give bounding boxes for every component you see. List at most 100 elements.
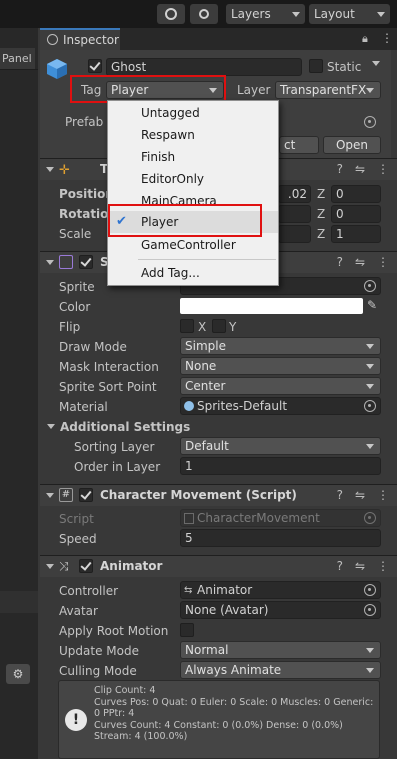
search-button[interactable]	[190, 4, 218, 24]
settings-button[interactable]: ⚙	[6, 664, 30, 684]
help-icon[interactable]: ?	[337, 559, 343, 573]
menu-item-finish[interactable]: Finish	[108, 146, 278, 168]
character-movement-header[interactable]: # Character Movement (Script) ? ⇋ ⋮	[40, 484, 397, 506]
menu-item-respawn[interactable]: Respawn	[108, 124, 278, 146]
kebab-menu-icon[interactable]: ⋮	[377, 559, 389, 573]
rotation-z-field[interactable]: 0	[331, 205, 381, 223]
lock-icon[interactable]: 🔒︎	[362, 32, 368, 46]
update-mode-dropdown[interactable]: Normal	[180, 641, 381, 659]
animator-info-box: ! Clip Count: 4 Curves Pos: 0 Quat: 0 Eu…	[58, 680, 380, 759]
chevron-down-icon	[366, 344, 374, 349]
controller-field[interactable]: ⇆ Animator	[180, 581, 381, 599]
enabled-checkbox[interactable]	[79, 488, 93, 502]
mask-interaction-row: Mask Interaction None	[40, 357, 397, 377]
mask-interaction-dropdown[interactable]: None	[180, 357, 381, 375]
layout-dropdown[interactable]: Layout	[309, 4, 390, 24]
object-picker-icon[interactable]	[364, 400, 376, 412]
prefab-open-button[interactable]: Open	[323, 136, 381, 154]
foldout-icon[interactable]	[46, 493, 54, 498]
avatar-field[interactable]: None (Avatar)	[180, 601, 381, 619]
help-icon[interactable]: ?	[337, 255, 343, 269]
scale-z-field[interactable]: 1	[331, 225, 381, 243]
foldout-icon[interactable]	[46, 260, 54, 265]
preset-icon[interactable]: ⇋	[355, 255, 365, 269]
sprite-sort-point-row: Sprite Sort Point Center	[40, 377, 397, 397]
menu-item-editoronly[interactable]: EditorOnly	[108, 168, 278, 190]
kebab-menu-icon[interactable]: ⋮	[377, 162, 389, 176]
sprite-sort-point-dropdown[interactable]: Center	[180, 377, 381, 395]
menu-item-add-tag[interactable]: Add Tag...	[108, 262, 278, 284]
active-checkbox[interactable]	[88, 59, 102, 73]
kebab-menu-icon[interactable]: ⋮	[377, 488, 389, 502]
foldout-icon[interactable]	[46, 167, 54, 172]
eyedropper-icon[interactable]: ✎	[367, 298, 377, 312]
position-z-field[interactable]: 0	[331, 185, 381, 203]
animator-header[interactable]: ⤨ Animator ? ⇋ ⋮	[40, 555, 397, 577]
animator-icon: ⤨	[59, 559, 69, 573]
position-y-field[interactable]: .02	[278, 185, 311, 203]
history-button[interactable]	[157, 4, 185, 24]
script-file-icon	[184, 513, 194, 524]
enabled-checkbox[interactable]	[79, 559, 93, 573]
object-name-field[interactable]: Ghost	[106, 58, 302, 76]
layer-dropdown[interactable]: TransparentFX	[275, 81, 381, 99]
help-icon[interactable]: ?	[337, 488, 343, 502]
animator-controller-icon: ⇆	[184, 585, 193, 596]
foldout-icon[interactable]	[46, 564, 54, 569]
search-icon	[199, 9, 209, 19]
help-icon[interactable]: ?	[337, 162, 343, 176]
menu-item-gamecontroller[interactable]: GameController	[108, 234, 278, 256]
kebab-menu-icon[interactable]: ⋮	[381, 31, 393, 45]
static-checkbox[interactable]	[309, 59, 323, 73]
draw-mode-dropdown[interactable]: Simple	[180, 337, 381, 355]
chevron-down-icon	[366, 444, 374, 449]
speed-field[interactable]: 5	[180, 529, 381, 547]
preset-icon[interactable]: ⇋	[355, 162, 365, 176]
rotation-y-field[interactable]	[278, 205, 311, 223]
apply-root-motion-checkbox[interactable]	[180, 623, 194, 637]
object-picker-icon[interactable]	[364, 116, 376, 128]
prefab-select-button[interactable]: ct	[279, 136, 319, 154]
culling-mode-dropdown[interactable]: Always Animate	[180, 661, 381, 679]
flip-x-checkbox[interactable]	[180, 319, 194, 333]
chevron-down-icon	[366, 668, 374, 673]
chevron-down-icon	[366, 648, 374, 653]
foldout-icon[interactable]	[47, 424, 55, 429]
material-field[interactable]: Sprites-Default	[180, 397, 381, 415]
layers-dropdown[interactable]: Layers	[226, 4, 305, 24]
avatar-row: Avatar None (Avatar)	[40, 601, 397, 621]
animator-info-text: Clip Count: 4 Curves Pos: 0 Quat: 0 Eule…	[94, 685, 374, 742]
kebab-menu-icon[interactable]: ⋮	[377, 255, 389, 269]
additional-settings-row[interactable]: Additional Settings	[40, 417, 397, 437]
order-in-layer-field[interactable]: 1	[180, 457, 381, 475]
enabled-checkbox[interactable]	[79, 255, 93, 269]
object-picker-icon[interactable]	[364, 604, 376, 616]
left-lower-panel-header	[0, 591, 38, 613]
culling-mode-row: Culling Mode Always Animate	[40, 661, 397, 681]
history-icon	[165, 8, 177, 20]
draw-mode-row: Draw Mode Simple	[40, 337, 397, 357]
left-panel-tab[interactable]: Panel	[0, 48, 35, 70]
flip-row: Flip X Y	[59, 319, 237, 334]
info-icon: !	[65, 709, 87, 731]
prefab-field[interactable]	[279, 113, 381, 131]
preset-icon[interactable]: ⇋	[355, 559, 365, 573]
chevron-down-icon	[366, 384, 374, 389]
sorting-layer-dropdown[interactable]: Default	[180, 437, 381, 455]
info-icon	[47, 34, 58, 45]
menu-item-untagged[interactable]: Untagged	[108, 102, 278, 124]
object-picker-icon[interactable]	[364, 280, 376, 292]
top-toolbar: Layers Layout	[0, 0, 397, 28]
sprite-renderer-icon	[59, 255, 73, 269]
preset-icon[interactable]: ⇋	[355, 488, 365, 502]
static-label: Static	[327, 60, 362, 74]
scale-y-field[interactable]	[278, 225, 311, 243]
flip-y-checkbox[interactable]	[212, 319, 226, 333]
controller-row: Controller ⇆ Animator	[40, 581, 397, 601]
tag-highlight-box	[70, 75, 226, 103]
script-row: Script CharacterMovement	[40, 509, 397, 529]
color-swatch[interactable]	[180, 298, 363, 314]
chevron-down-icon[interactable]	[372, 61, 380, 66]
object-picker-icon[interactable]	[364, 584, 376, 596]
tab-inspector[interactable]: Inspector	[40, 28, 120, 50]
